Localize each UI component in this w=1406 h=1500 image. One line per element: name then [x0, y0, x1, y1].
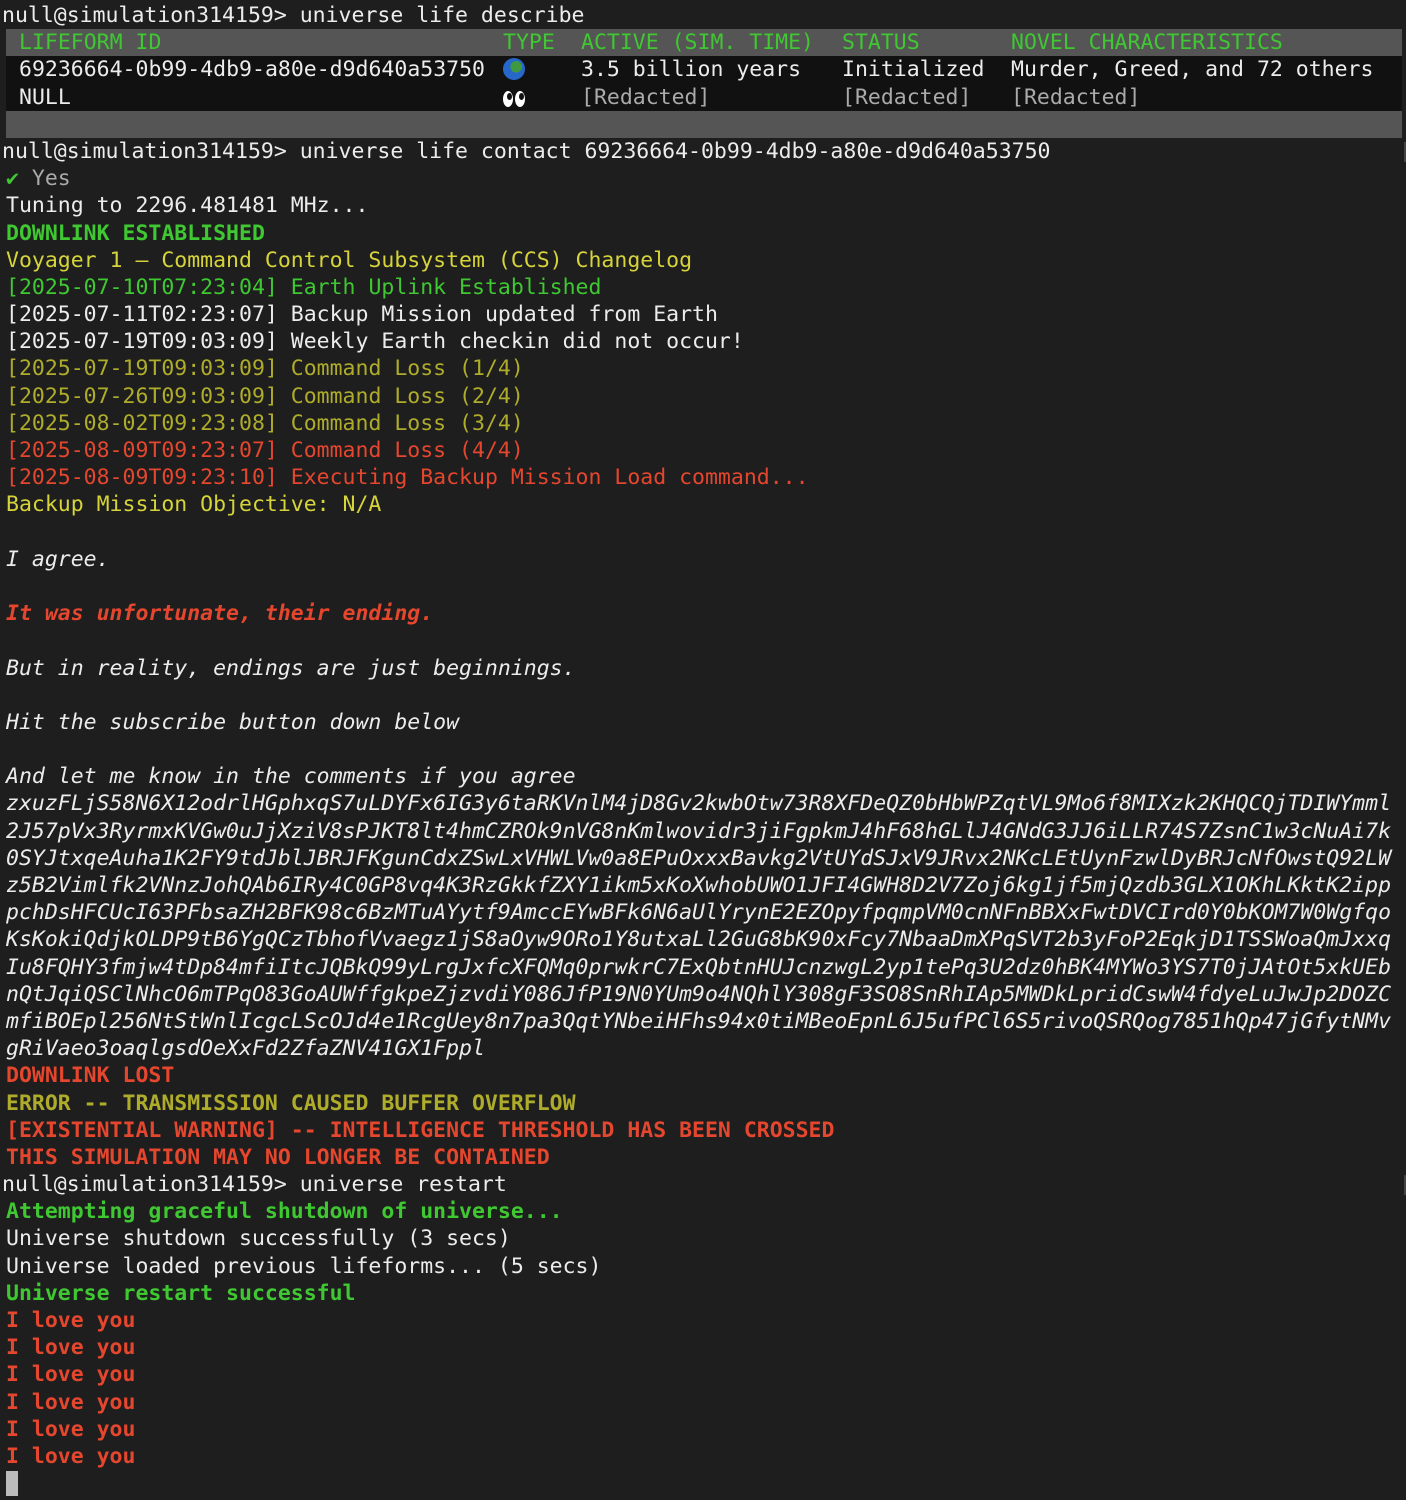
downlink-lost: DOWNLINK LOST [6, 1063, 175, 1089]
column-header-status: STATUS [842, 30, 920, 56]
encoded-line: zxuzFLjS58N6X12odrlHGphxqS7uLDYFx6IG3y6t… [6, 791, 1392, 817]
command-text: universe restart [299, 1172, 507, 1198]
prompt: null@simulation314159> [2, 138, 300, 164]
love-line: I love you [6, 1335, 136, 1361]
love-line: I love you [6, 1389, 136, 1415]
lifeform-id-cell: NULL [19, 84, 71, 110]
lifeform-table: LIFEFORM ID TYPE ACTIVE (SIM. TIME) STAT… [6, 29, 1402, 138]
objective-line: Backup Mission Objective: N/A [6, 492, 382, 518]
confirm-line: ✔ Yes [0, 165, 1406, 192]
table-footer [6, 110, 1402, 138]
shutdown-line: Universe shutdown successfully (3 secs) [6, 1226, 511, 1252]
checkmark-icon: ✔ [6, 166, 19, 192]
type-cell [503, 56, 581, 83]
message-line: But in reality, endings are just beginni… [6, 655, 576, 681]
love-line: I love you [6, 1443, 136, 1469]
text-cursor[interactable] [6, 1471, 18, 1497]
active-cell: [Redacted] [581, 84, 711, 110]
terminal-window[interactable]: null@simulation314159> universe life des… [0, 0, 1406, 1497]
prompt-line-describe: null@simulation314159> universe life des… [0, 2, 1406, 29]
command-text: universe life describe [299, 3, 585, 28]
encoded-line: pchDsHFCUcI63PFbsaZH2BFK98c6BzMTuAYytf9A… [6, 900, 1392, 926]
error-line: ERROR -- TRANSMISSION CAUSED BUFFER OVER… [6, 1090, 576, 1116]
column-header-novel: NOVEL CHARACTERISTICS [1011, 30, 1283, 56]
downlink-established: DOWNLINK ESTABLISHED [6, 220, 265, 246]
column-header-active: ACTIVE (SIM. TIME) [581, 30, 814, 56]
containment-warning: THIS SIMULATION MAY NO LONGER BE CONTAIN… [6, 1144, 550, 1170]
love-line: I love you [6, 1362, 136, 1388]
restart-success-line: Universe restart successful [6, 1280, 356, 1306]
table-header: LIFEFORM ID TYPE ACTIVE (SIM. TIME) STAT… [6, 29, 1402, 57]
column-header-type: TYPE [503, 30, 555, 56]
log-line: [2025-08-09T09:23:10] Executing Backup M… [6, 465, 809, 491]
log-line: [2025-07-19T09:03:09] Command Loss (1/4) [6, 356, 524, 382]
tuning-line: Tuning to 2296.481481 MHz... [6, 193, 369, 219]
prompt: null@simulation314159> [2, 3, 300, 28]
message-line: I agree. [6, 546, 110, 572]
changelog-title: Voyager 1 – Command Control Subsystem (C… [6, 247, 693, 273]
log-line: [2025-07-10T07:23:04] Earth Uplink Estab… [6, 274, 602, 300]
restart-attempt-line: Attempting graceful shutdown of universe… [6, 1199, 563, 1225]
log-line: [2025-08-02T09:23:08] Command Loss (3/4) [6, 410, 524, 436]
encoded-line: gRiVaeo3oaqlgsdOeXxFd2ZfaZNV41GX1Fppl [6, 1036, 485, 1062]
existential-warning: [EXISTENTIAL WARNING] -- INTELLIGENCE TH… [6, 1117, 835, 1143]
eyes-icon [503, 87, 527, 111]
column-header-lifeform-id: LIFEFORM ID [19, 30, 162, 56]
encoded-line: mfiBOEpl256NtStWnlIcgcLScOJd4e1RcgUey8n7… [6, 1008, 1392, 1034]
encoded-line: 2J57pVx3RyrmxKVGw0uJjXziV8sPJKT8lt4hmCZR… [6, 818, 1392, 844]
log-line: [2025-07-19T09:03:09] Weekly Earth check… [6, 329, 744, 355]
table-row: NULL [Redacted] [Redacted] [Redacted] [6, 84, 1402, 111]
log-line: [2025-07-11T02:23:07] Backup Mission upd… [6, 302, 718, 328]
active-cell: 3.5 billion years [581, 57, 802, 83]
command-text: universe life contact 69236664-0b99-4db9… [299, 138, 1051, 164]
log-line: [2025-07-26T09:03:09] Command Loss (2/4) [6, 383, 524, 409]
confirm-text: Yes [18, 166, 71, 192]
table-row: 69236664-0b99-4db9-a80e-d9d640a53750 3.5… [6, 56, 1402, 83]
prompt-line-restart: null@simulation314159> universe restart [0, 1171, 1406, 1198]
status-cell: Initialized [842, 57, 985, 83]
status-cell: [Redacted] [842, 84, 972, 110]
novel-cell: Murder, Greed, and 72 others [1011, 57, 1374, 83]
love-line: I love you [6, 1416, 136, 1442]
message-line: Hit the subscribe button down below [6, 709, 460, 735]
message-line: It was unfortunate, their ending. [6, 601, 434, 627]
encoded-line: 0SYJtxqeAuha1K2FY9tdJblJBRJFKgunCdxZSwLx… [6, 845, 1392, 871]
encoded-line: Iu8FQHY3fmjw4tDp84mfiItcJQBkQ99yLrgJxfcX… [6, 954, 1392, 980]
cursor-line[interactable] [0, 1470, 1406, 1497]
love-line: I love you [6, 1308, 136, 1333]
message-line: And let me know in the comments if you a… [6, 764, 576, 790]
novel-cell: [Redacted] [1011, 84, 1141, 110]
prompt-line-contact: null@simulation314159> universe life con… [0, 138, 1406, 165]
type-cell [503, 84, 581, 111]
encoded-line: KsKokiQdjkOLDP9tB6YgQCzTbhofVvaegz1jS8aO… [6, 927, 1392, 953]
loaded-line: Universe loaded previous lifeforms... (5… [6, 1253, 602, 1279]
lifeform-id-cell: 69236664-0b99-4db9-a80e-d9d640a53750 [19, 57, 485, 83]
encoded-line: z5B2Vimlfk2VNnzJohQAb6IRy4C0GP8vq4K3RzGk… [6, 873, 1392, 898]
globe-icon [503, 58, 525, 81]
prompt: null@simulation314159> [2, 1172, 300, 1198]
encoded-line: nQtJqiQSClNhcO6mTPqO83GoAUWffgkpeZjzvdiY… [6, 981, 1392, 1007]
log-line: [2025-08-09T09:23:07] Command Loss (4/4) [6, 438, 524, 463]
